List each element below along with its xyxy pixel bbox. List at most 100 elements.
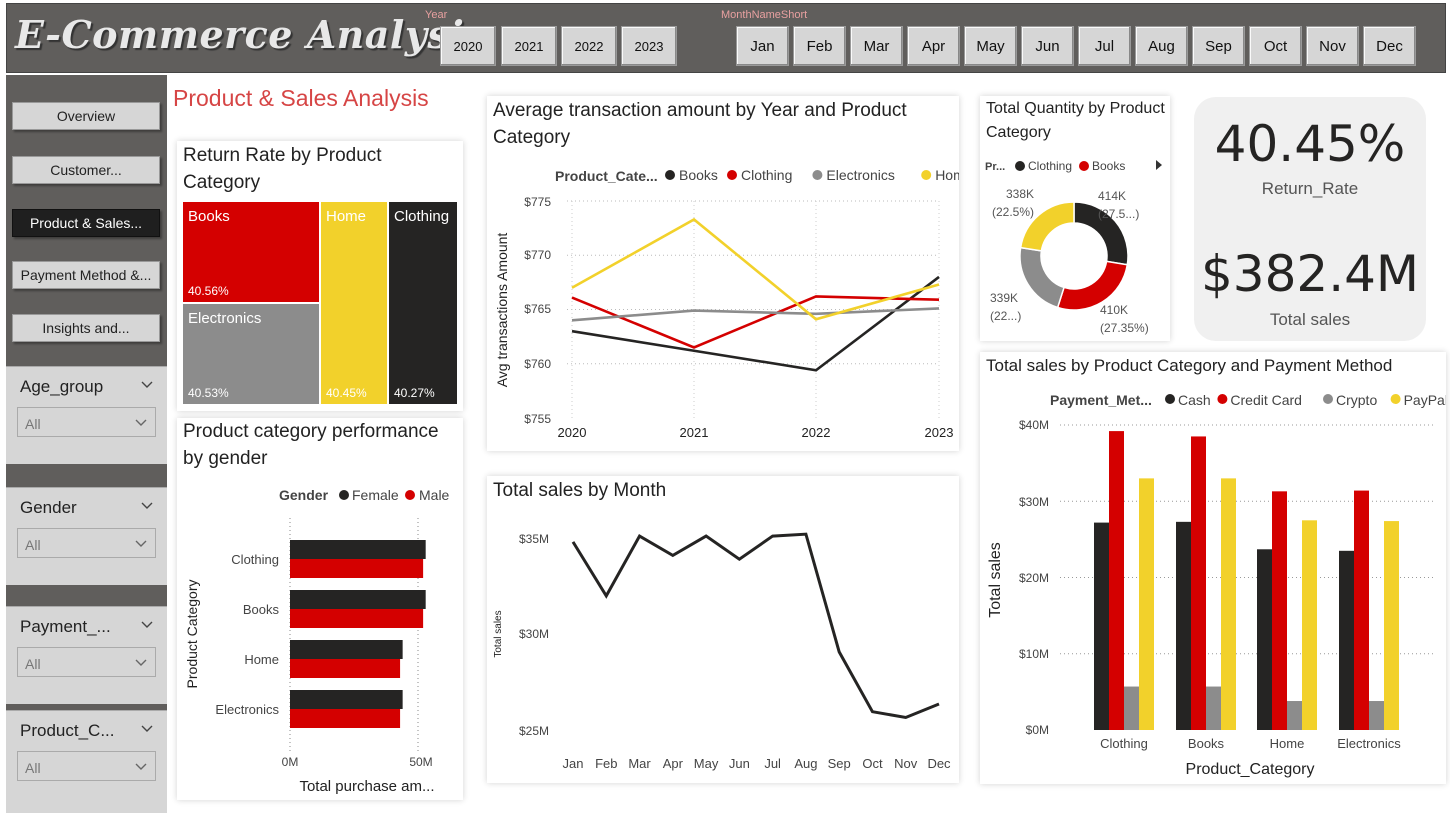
x-tick-oct: Oct [862,756,883,771]
bar-male-electronics[interactable] [290,709,401,728]
month-chip-apr[interactable]: Apr [907,26,960,66]
treemap-cell-clothing[interactable]: Clothing 40.27% [389,202,457,404]
month-chip-oct[interactable]: Oct [1249,26,1302,66]
nav-payment-method[interactable]: Payment Method &... [12,261,160,289]
treemap-cell-electronics[interactable]: Electronics 40.53% [183,304,319,404]
y-tick-10m: $10M [1019,647,1049,661]
bar-female-electronics[interactable] [290,690,403,709]
chevron-down-icon[interactable] [141,500,153,512]
monthly-sales-card: Total sales by Month $35M $30M $25M Jan F… [487,476,959,783]
y-tick-755: $755 [524,412,551,426]
gender-dropdown[interactable]: All [17,528,156,558]
month-chip-nov[interactable]: Nov [1306,26,1359,66]
x-tick-home: Home [1270,736,1305,751]
month-y-axis-label: Total sales [493,610,504,657]
donut-label-338k: 338K [1006,187,1034,201]
bar-crypto-electronics[interactable] [1369,701,1384,730]
filter-age-group: Age_group All [6,366,167,464]
y-tick-35m: $35M [519,532,549,546]
product-category-dropdown[interactable]: All [17,751,156,781]
year-chip-2022[interactable]: 2022 [561,26,617,66]
chevron-down-icon[interactable] [141,379,153,391]
bar-cash-electronics[interactable] [1339,550,1354,730]
payment-dropdown[interactable]: All [17,647,156,677]
month-chip-mar[interactable]: Mar [850,26,903,66]
treemap-cell-home[interactable]: Home 40.45% [321,202,387,404]
month-x-ticks: Jan Feb Mar Apr May Jun Jul Aug Sep Oct Nov Dec [563,756,952,771]
chevron-down-icon [135,419,147,426]
payment-value: All [25,656,41,672]
line-books[interactable] [571,275,940,372]
x-tick-clothing: Clothing [1100,736,1148,751]
month-chip-dec[interactable]: Dec [1363,26,1416,66]
donut-label-414k: 414K [1098,189,1126,203]
legend-label-books: Books [1092,159,1125,173]
age-group-dropdown[interactable]: All [17,407,156,437]
bar-female-books[interactable] [290,590,426,609]
legend-dot-clothing [727,170,737,180]
year-chip-2021[interactable]: 2021 [501,26,557,66]
chevron-down-icon [135,659,147,666]
donut-label-410k: 410K [1100,303,1128,317]
nav-product-sales[interactable]: Product & Sales... [12,209,160,237]
y-tick-765: $765 [524,302,551,316]
year-chip-2023[interactable]: 2023 [621,26,677,66]
donut-slice-electronics[interactable] [1019,246,1065,309]
bar-paypal-clothing[interactable] [1139,478,1154,730]
nav-customer[interactable]: Customer... [12,156,160,184]
month-chip-jul[interactable]: Jul [1078,26,1131,66]
month-chip-feb[interactable]: Feb [793,26,846,66]
line-home[interactable] [571,217,940,321]
legend-scroll-arrow-icon[interactable] [1156,160,1162,170]
chevron-down-icon[interactable] [141,723,153,735]
bar-paypal-home[interactable] [1302,520,1317,730]
bar-female-clothing[interactable] [290,540,426,559]
x-tick-books: Books [1188,736,1225,751]
month-chip-jun[interactable]: Jun [1021,26,1074,66]
donut-legend-title: Pr... [985,161,1005,173]
bar-male-home[interactable] [290,659,401,678]
legend-dot-paypal [1390,394,1401,404]
kpi-total-sales: $382.4M [1200,245,1420,303]
month-chip-jan[interactable]: Jan [736,26,789,66]
bar-male-clothing[interactable] [290,559,424,578]
header-bar: E-Commerce Analysis Year MonthNameShort … [6,3,1446,73]
bar-credit-card-home[interactable] [1272,491,1287,730]
avg-y-axis-label: Avg transactions Amount [494,233,510,388]
kpi-total-sales-label: Total sales [1269,310,1351,329]
bar-crypto-home[interactable] [1287,701,1302,730]
avg-lines [571,217,940,372]
year-chip-2020[interactable]: 2020 [440,26,496,66]
bar-paypal-books[interactable] [1221,478,1236,730]
bar-cash-clothing[interactable] [1094,522,1109,730]
chevron-down-icon[interactable] [141,619,153,631]
month-chip-aug[interactable]: Aug [1135,26,1188,66]
month-chip-sep[interactable]: Sep [1192,26,1245,66]
legend-dot-credit-card [1217,394,1228,404]
age-group-value: All [25,416,41,432]
bar-paypal-electronics[interactable] [1384,521,1399,730]
y-tick-25m: $25M [519,724,549,738]
chevron-down-icon [135,540,147,547]
treemap-cell-books[interactable]: Books 40.56% [183,202,319,302]
nav-insights[interactable]: Insights and... [12,314,160,342]
bar-credit-card-books[interactable] [1191,436,1206,730]
x-tick-may: May [694,756,719,771]
bar-crypto-books[interactable] [1206,686,1221,730]
bar-credit-card-electronics[interactable] [1354,490,1369,730]
nav-overview[interactable]: Overview [12,102,160,130]
bar-credit-card-clothing[interactable] [1109,431,1124,730]
line-total-sales[interactable] [571,532,940,720]
month-slicer-label: MonthNameShort [721,9,808,21]
bar-cash-books[interactable] [1176,521,1191,730]
bar-female-home[interactable] [290,640,403,659]
x-tick-electronics: Electronics [1337,736,1401,751]
y-tick-775: $775 [524,195,551,209]
kpi-return-rate: 40.45% [1214,115,1406,173]
bar-cash-home[interactable] [1257,549,1272,730]
x-tick-feb: Feb [595,756,617,771]
bar-male-books[interactable] [290,609,424,628]
donut-label-339k: 339K [990,291,1018,305]
month-chip-may[interactable]: May [964,26,1017,66]
bar-crypto-clothing[interactable] [1124,686,1139,730]
